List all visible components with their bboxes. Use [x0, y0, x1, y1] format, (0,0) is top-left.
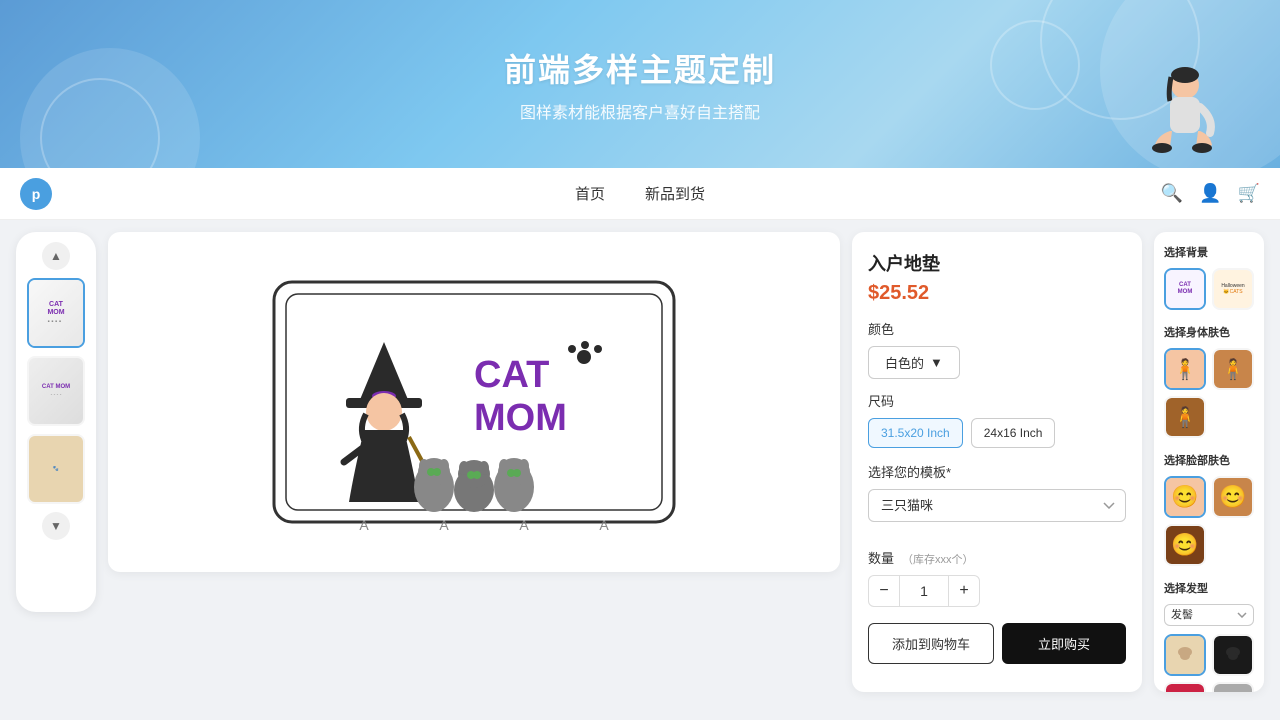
hero-banner: 前端多样主题定制 图样素材能根据客户喜好自主搭配	[0, 0, 1280, 168]
face-skin-2[interactable]: 😊	[1164, 524, 1206, 566]
face-options: 😊 😊 😊	[1164, 476, 1254, 566]
face-skin-1[interactable]: 😊	[1212, 476, 1254, 518]
product-name: 入户地垫	[868, 250, 1126, 276]
thumb-scroll-up[interactable]: ▲	[42, 242, 70, 270]
size-label: 尺码	[868, 391, 1126, 410]
face-section-title: 选择脸部肤色	[1164, 452, 1254, 468]
quantity-label: 数量	[868, 548, 894, 567]
quantity-control: − +	[868, 575, 1126, 607]
main-nav: 首页 新品到货	[575, 183, 705, 204]
product-details-panel: 入户地垫 $25.52 颜色 白色的 ▼ 尺码 31.5x20 Inch 24x…	[852, 232, 1142, 692]
bg-option-1[interactable]: Halloween🐱CATS	[1212, 268, 1254, 310]
svg-text:MOM: MOM	[474, 397, 567, 439]
qty-increase[interactable]: +	[948, 575, 980, 607]
body-options: 🧍 🧍 🧍	[1164, 348, 1254, 438]
bg-section-title: 选择背景	[1164, 244, 1254, 260]
color-dropdown-icon: ▼	[930, 355, 943, 370]
size-btn-0[interactable]: 31.5x20 Inch	[868, 418, 963, 448]
banner-title: 前端多样主题定制	[504, 45, 776, 91]
hair-color-2[interactable]	[1164, 682, 1206, 692]
template-label: 选择您的模板*	[868, 462, 1126, 481]
stock-note: （库存xxx个）	[902, 551, 974, 567]
body-skin-1[interactable]: 🧍	[1212, 348, 1254, 390]
size-btn-1[interactable]: 24x16 Inch	[971, 418, 1056, 448]
color-label: 颜色	[868, 319, 1126, 338]
hair-color-0[interactable]	[1164, 634, 1206, 676]
qty-input[interactable]	[900, 575, 948, 607]
product-image: CAT MOM	[108, 232, 840, 572]
cart-icon[interactable]: 🛒	[1238, 183, 1260, 204]
thumbnail-sidebar: ▲ CAT MOM ▪ ▪ ▪ ▪ CAT MOM - - - -	[16, 232, 96, 612]
svg-text:A: A	[439, 517, 449, 533]
body-section-title: 选择身体肤色	[1164, 324, 1254, 340]
user-icon[interactable]: 👤	[1199, 183, 1221, 204]
product-price: $25.52	[868, 282, 1126, 305]
navbar-icons: 🔍 👤 🛒	[1161, 183, 1260, 204]
thumbnail-2[interactable]: CAT MOM - - - -	[27, 356, 85, 426]
thumb-scroll-down[interactable]: ▼	[42, 512, 70, 540]
svg-text:A: A	[599, 517, 609, 533]
size-options: 31.5x20 Inch 24x16 Inch	[868, 418, 1126, 448]
bg-option-0[interactable]: CATMOM	[1164, 268, 1206, 310]
hair-color-options	[1164, 634, 1254, 692]
nav-new[interactable]: 新品到货	[645, 183, 705, 204]
hair-style-select[interactable]: 发髻 短发 长发	[1164, 604, 1254, 626]
hair-section-title: 选择发型	[1164, 580, 1254, 596]
logo[interactable]: p	[20, 178, 52, 210]
action-buttons: 添加到购物车 立即购买	[868, 623, 1126, 664]
svg-text:A: A	[519, 517, 529, 533]
svg-text:A: A	[359, 517, 369, 533]
svg-text:CAT: CAT	[474, 354, 549, 396]
bg-options: CATMOM Halloween🐱CATS	[1164, 268, 1254, 310]
hair-color-3[interactable]	[1212, 682, 1254, 692]
thumbnail-3[interactable]: 🐾	[27, 434, 85, 504]
decorative-figure	[1130, 63, 1220, 168]
face-skin-0[interactable]: 😊	[1164, 476, 1206, 518]
thumbnail-1[interactable]: CAT MOM ▪ ▪ ▪ ▪	[27, 278, 85, 348]
hair-color-1[interactable]	[1212, 634, 1254, 676]
nav-home[interactable]: 首页	[575, 183, 605, 204]
banner-subtitle: 图样素材能根据客户喜好自主搭配	[520, 99, 760, 123]
add-to-cart-button[interactable]: 添加到购物车	[868, 623, 994, 664]
navbar: p 首页 新品到货 🔍 👤 🛒	[0, 168, 1280, 220]
color-selector[interactable]: 白色的 ▼	[868, 346, 960, 379]
body-skin-0[interactable]: 🧍	[1164, 348, 1206, 390]
customization-panel: 选择背景 CATMOM Halloween🐱CATS	[1154, 232, 1264, 692]
body-skin-2[interactable]: 🧍	[1164, 396, 1206, 438]
buy-now-button[interactable]: 立即购买	[1002, 623, 1126, 664]
search-icon[interactable]: 🔍	[1161, 183, 1183, 204]
qty-decrease[interactable]: −	[868, 575, 900, 607]
template-select[interactable]: 三只猫咪	[868, 489, 1126, 522]
